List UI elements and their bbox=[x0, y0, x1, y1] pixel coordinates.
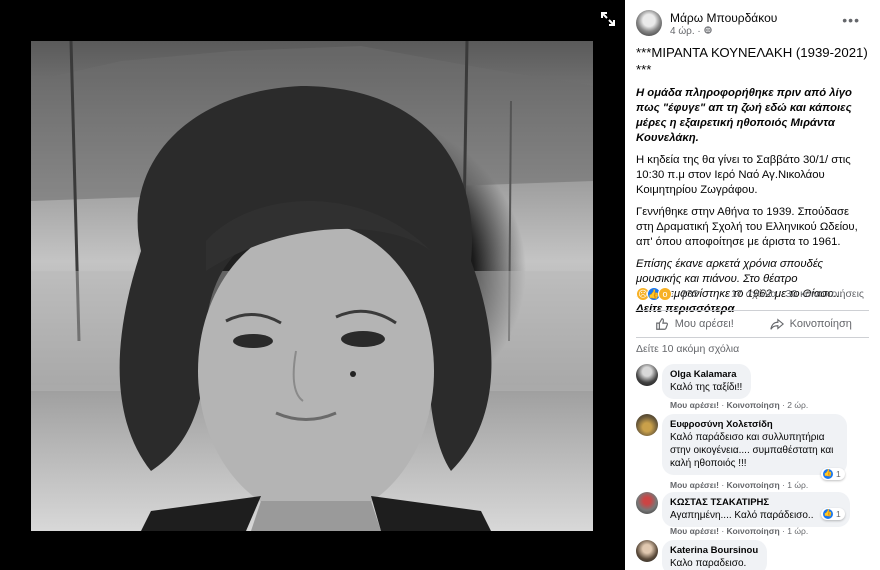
comment-share-link[interactable]: Κοινοποίηση bbox=[727, 400, 780, 410]
comment-time[interactable]: 1 ώρ. bbox=[787, 526, 808, 536]
commenter-avatar[interactable] bbox=[636, 364, 658, 386]
share-icon bbox=[769, 318, 784, 330]
more-options-button[interactable]: ••• bbox=[842, 12, 860, 28]
post-paragraph-2: Η κηδεία της θα γίνει το Σαββάτο 30/1/ σ… bbox=[636, 154, 851, 196]
commenter-avatar[interactable] bbox=[636, 492, 658, 514]
post-header: Μάρω Μπουρδάκου 4 ώρ. · ••• bbox=[625, 0, 880, 40]
comment-reaction-count: 1 bbox=[836, 469, 841, 479]
comment-like-link[interactable]: Μου αρέσει! bbox=[670, 480, 719, 490]
commenter-name[interactable]: Olga Kalamara bbox=[670, 368, 742, 381]
commenter-avatar[interactable] bbox=[636, 540, 658, 562]
comment-reaction-badge[interactable]: 👍 1 bbox=[821, 468, 845, 480]
globe-icon bbox=[703, 26, 712, 37]
author-avatar[interactable] bbox=[636, 10, 662, 36]
post-paragraph-1: Η ομάδα πληροφορήθηκε πριν από λίγο πως … bbox=[636, 87, 852, 144]
wow-reaction-icon: o bbox=[658, 287, 672, 301]
comment-share-link[interactable]: Κοινοποίηση bbox=[727, 480, 780, 490]
comment-text: Καλό παράδεισο και συλλυπητήρια στην οικ… bbox=[670, 432, 834, 469]
engagement-counts: 17 σχόλια 30 κοινοποιήσεις bbox=[725, 288, 864, 300]
post-time[interactable]: 4 ώρ. bbox=[670, 26, 695, 37]
like-reaction-icon: 👍 bbox=[823, 509, 833, 519]
comment-text: Καλό της ταξίδι!! bbox=[670, 382, 743, 393]
comment-bubble: Katerina Boursinou Καλο παραδεισο. bbox=[662, 540, 768, 570]
post-sidebar: Μάρω Μπουρδάκου 4 ώρ. · ••• ***ΜΙΡΑΝΤΑ Κ… bbox=[625, 0, 880, 570]
post-body: ***ΜΙΡΑΝΤΑ ΚΟΥΝΕΛΑΚΗ (1939-2021) *** Η ο… bbox=[625, 40, 880, 317]
comment-time[interactable]: 1 ώρ. bbox=[787, 480, 808, 490]
like-button[interactable]: Μου αρέσει! bbox=[636, 311, 753, 337]
post-stats: ☹ 👍 o 233 17 σχόλια 30 κοινοποιήσεις bbox=[636, 285, 869, 303]
like-reaction-icon: 👍 bbox=[823, 469, 833, 479]
photo-viewer bbox=[0, 0, 625, 570]
comment-like-link[interactable]: Μου αρέσει! bbox=[670, 400, 719, 410]
comment-actions: Μου αρέσει! · Κοινοποίηση · 2 ώρ. bbox=[670, 400, 809, 410]
comment-reaction-count: 1 bbox=[836, 509, 841, 519]
comment-bubble: Ευφροσύνη Χολετσίδη Καλό παράδεισο και σ… bbox=[662, 414, 847, 475]
post-actions: Μου αρέσει! Κοινοποίηση bbox=[636, 310, 869, 338]
share-count[interactable]: 30 κοινοποιήσεις bbox=[786, 288, 865, 300]
share-label: Κοινοποίηση bbox=[789, 318, 852, 330]
comment-count[interactable]: 17 σχόλια bbox=[731, 288, 777, 300]
post-meta: 4 ώρ. · bbox=[670, 26, 712, 37]
expand-icon[interactable] bbox=[598, 9, 618, 29]
comment-bubble: Olga Kalamara Καλό της ταξίδι!! bbox=[662, 364, 752, 399]
comment-actions: Μου αρέσει! · Κοινοποίηση · 1 ώρ. bbox=[670, 480, 809, 490]
comment-actions: Μου αρέσει! · Κοινοποίηση · 1 ώρ. bbox=[670, 526, 809, 536]
commenter-avatar[interactable] bbox=[636, 414, 658, 436]
comment-like-link[interactable]: Μου αρέσει! bbox=[670, 526, 719, 536]
like-label: Μου αρέσει! bbox=[674, 318, 734, 330]
post-paragraph-3: Γεννήθηκε στην Αθήνα το 1939. Σπούδασε σ… bbox=[636, 206, 858, 248]
thumbs-up-icon bbox=[655, 318, 668, 330]
view-more-comments-link[interactable]: Δείτε 10 ακόμη σχόλια bbox=[636, 343, 739, 355]
post-title: ***ΜΙΡΑΝΤΑ ΚΟΥΝΕΛΑΚΗ (1939-2021) *** bbox=[636, 45, 868, 77]
author-name[interactable]: Μάρω Μπουρδάκου bbox=[670, 11, 777, 25]
comment-share-link[interactable]: Κοινοποίηση bbox=[727, 526, 780, 536]
post-photo[interactable] bbox=[31, 41, 593, 531]
reaction-count[interactable]: 233 bbox=[681, 288, 699, 300]
comment-text: Αγαπημένη.... Καλό παράδεισο.. bbox=[670, 510, 814, 521]
reaction-icons[interactable]: ☹ 👍 o bbox=[636, 287, 672, 301]
share-button[interactable]: Κοινοποίηση bbox=[753, 311, 870, 337]
comment-text: Καλο παραδεισο. bbox=[670, 558, 747, 569]
commenter-name[interactable]: ΚΩΣΤΑΣ ΤΣΑΚΑΤΙΡΗΣ bbox=[670, 496, 841, 509]
comment-time[interactable]: 2 ώρ. bbox=[787, 400, 808, 410]
commenter-name[interactable]: Ευφροσύνη Χολετσίδη bbox=[670, 418, 838, 431]
comment-reaction-badge[interactable]: 👍 1 bbox=[821, 508, 845, 520]
commenter-name[interactable]: Katerina Boursinou bbox=[670, 544, 758, 557]
